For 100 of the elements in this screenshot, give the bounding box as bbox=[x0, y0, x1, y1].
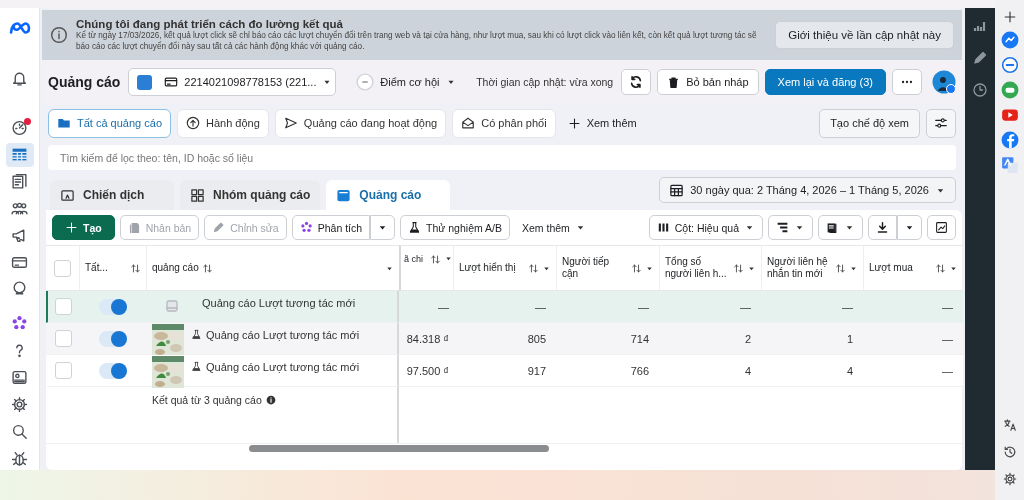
search-icon bbox=[11, 422, 28, 440]
sort-icon[interactable] bbox=[528, 262, 539, 274]
contact-card-icon bbox=[11, 369, 28, 386]
account-avatar bbox=[137, 74, 153, 90]
sort-icon[interactable] bbox=[935, 262, 946, 274]
nav-item[interactable] bbox=[5, 142, 34, 167]
copy-icon bbox=[127, 221, 141, 234]
sort-icon[interactable] bbox=[130, 262, 141, 274]
sort-icon[interactable] bbox=[835, 262, 846, 274]
download-icon bbox=[876, 221, 889, 234]
row-checkbox[interactable] bbox=[55, 362, 72, 379]
refresh-icon bbox=[629, 75, 644, 89]
columns-icon bbox=[656, 221, 670, 234]
notification-badge bbox=[23, 117, 31, 125]
column-header[interactable]: Lượt hiển thị bbox=[459, 261, 525, 275]
toolbar-button[interactable]: Xem thêm bbox=[515, 215, 593, 240]
toggle-switch[interactable] bbox=[98, 330, 127, 347]
filter-tab[interactable]: Quảng cáo đang hoạt động bbox=[274, 108, 447, 138]
reports-button[interactable] bbox=[818, 215, 863, 240]
info-icon[interactable] bbox=[265, 395, 276, 405]
table-cell: — bbox=[842, 300, 853, 313]
sort-icon[interactable] bbox=[733, 262, 744, 274]
play-icon[interactable] bbox=[1000, 106, 1019, 124]
breakdown-icon bbox=[776, 221, 789, 234]
sort-icon[interactable] bbox=[430, 254, 441, 265]
column-header[interactable]: Lượt mua bbox=[869, 261, 932, 275]
date-range-button[interactable]: 30 ngày qua: 2 Tháng 4, 2026 – 1 Tháng 5, 2026 bbox=[659, 177, 956, 203]
pencil-icon bbox=[212, 221, 226, 234]
table-icon bbox=[11, 146, 28, 164]
user-avatar[interactable] bbox=[932, 70, 956, 94]
table-cell: 4 bbox=[744, 364, 751, 377]
plus-icon bbox=[567, 116, 581, 130]
export-button[interactable] bbox=[868, 215, 897, 240]
beaker-icon bbox=[408, 221, 422, 234]
document-icon bbox=[11, 173, 28, 190]
info-icon bbox=[50, 26, 68, 44]
profile-silhouette-icon bbox=[932, 70, 956, 94]
columns-button[interactable]: Cột: Hiệu quả bbox=[648, 215, 763, 240]
toolbar-button[interactable]: Phân tích bbox=[291, 215, 371, 240]
column-header[interactable]: quảng cáo bbox=[152, 261, 199, 275]
ad-name[interactable]: Quảng cáo Lượt tương tác mới bbox=[206, 358, 360, 373]
see-more-button[interactable]: Xem thêm bbox=[561, 110, 643, 136]
opportunity-score-button[interactable]: Điểm cơ hội bbox=[350, 69, 462, 95]
discard-drafts-button[interactable]: Bỏ bản nháp bbox=[657, 69, 759, 95]
filter-tab[interactable]: Tất cả quảng cáo bbox=[48, 108, 171, 138]
column-header[interactable]: Tất... bbox=[85, 261, 127, 275]
toolbar-button[interactable]: Thử nghiệm A/B bbox=[400, 215, 510, 240]
table-cell: — bbox=[942, 364, 953, 377]
table-cell: 97.500 ₫ bbox=[406, 364, 449, 377]
filter-tab[interactable]: Hành động bbox=[177, 108, 269, 138]
level-tab[interactable]: Quảng cáo bbox=[326, 180, 451, 210]
table-cell: — bbox=[638, 300, 649, 313]
envelope-icon bbox=[461, 116, 476, 130]
filter-settings-button[interactable] bbox=[926, 108, 956, 138]
beaker-icon bbox=[191, 329, 202, 340]
sliders-icon bbox=[934, 116, 948, 130]
settings-icon[interactable] bbox=[1002, 472, 1017, 486]
chart-button[interactable] bbox=[927, 215, 956, 240]
ad-account-icon bbox=[164, 75, 179, 89]
table-cell: 4 bbox=[846, 364, 853, 377]
send-icon bbox=[283, 116, 298, 130]
sort-icon[interactable] bbox=[631, 262, 642, 274]
score-circle-icon bbox=[356, 73, 375, 91]
filter-tab[interactable]: Có phân phối bbox=[452, 108, 556, 138]
toggle-switch[interactable] bbox=[98, 362, 127, 379]
toolbar-button[interactable]: Tạo bbox=[52, 215, 115, 240]
table-cell: 2 bbox=[744, 332, 751, 345]
table-cell: 766 bbox=[630, 364, 649, 377]
select-all-checkbox[interactable] bbox=[54, 259, 71, 277]
chat-bubble-icon[interactable] bbox=[1000, 31, 1019, 49]
pencil-icon[interactable] bbox=[972, 50, 988, 66]
review-publish-button[interactable]: Xem lại và đăng (3) bbox=[764, 69, 886, 95]
calendar-icon bbox=[669, 182, 685, 198]
table-cell: 1 bbox=[846, 332, 853, 345]
learn-more-button[interactable]: Giới thiệu về lần cập nhật này bbox=[775, 21, 954, 49]
row-checkbox[interactable] bbox=[55, 298, 72, 315]
breakdown-button[interactable] bbox=[768, 215, 813, 240]
toggle-switch[interactable] bbox=[98, 298, 127, 315]
refresh-button[interactable] bbox=[621, 69, 652, 95]
level-tab[interactable]: Chiến dịch bbox=[50, 180, 174, 210]
scrollbar-thumb[interactable] bbox=[249, 445, 549, 452]
level-tab[interactable]: Nhóm quảng cáo bbox=[180, 180, 321, 210]
sort-icon[interactable] bbox=[201, 262, 213, 274]
table-cell: — bbox=[942, 300, 953, 313]
plus-icon[interactable] bbox=[1002, 10, 1017, 24]
table-cell: 805 bbox=[527, 332, 546, 345]
account-selector[interactable]: 2214021098778153 (221... bbox=[128, 68, 337, 96]
beaker-icon bbox=[191, 361, 202, 372]
clock-icon[interactable] bbox=[972, 82, 988, 98]
f-logo-icon[interactable] bbox=[1000, 131, 1019, 149]
caret-icon[interactable] bbox=[444, 254, 453, 263]
table-cell: 714 bbox=[630, 332, 649, 345]
campaign-icon bbox=[60, 187, 75, 203]
table-cell: — bbox=[740, 300, 751, 313]
column-header[interactable]: ã chi bbox=[404, 254, 423, 266]
search-field[interactable]: Tìm kiếm để lọc theo: tên, ID hoặc số liệu bbox=[48, 145, 956, 170]
results-summary: Kết quả từ 3 quảng cáo bbox=[152, 394, 262, 406]
create-view-button[interactable]: Tạo chế độ xem bbox=[819, 108, 920, 138]
history-icon[interactable] bbox=[1002, 445, 1017, 459]
row-checkbox[interactable] bbox=[55, 330, 72, 347]
